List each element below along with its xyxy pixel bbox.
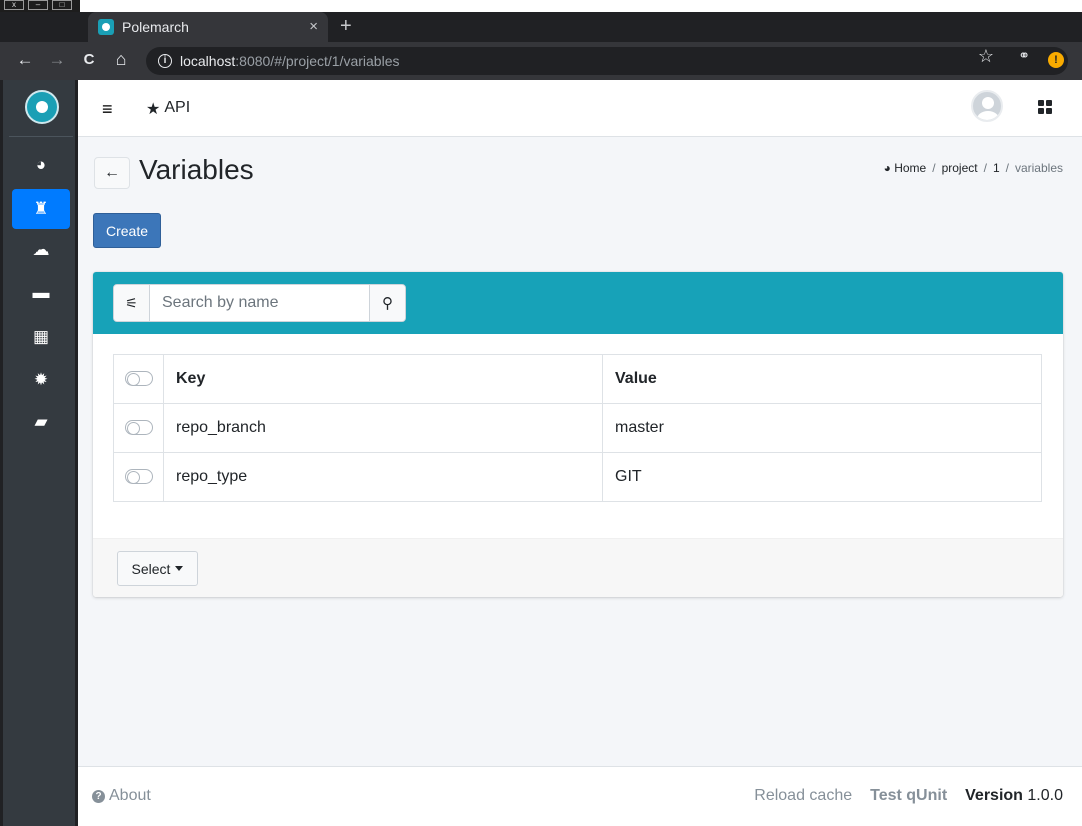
url-path: :8080/#/project/1/variables bbox=[235, 53, 400, 69]
bookmark-star-icon[interactable]: ☆ bbox=[978, 46, 994, 67]
variables-card: ⚟ ⚲ Key Value bbox=[93, 272, 1063, 597]
cell-key[interactable]: repo_type bbox=[163, 452, 603, 502]
cell-value[interactable]: master bbox=[602, 403, 1042, 453]
sidebar-item-projects[interactable]: ♜ bbox=[12, 189, 70, 229]
address-bar[interactable]: i localhost :8080/#/project/1/variables bbox=[146, 47, 1068, 75]
breadcrumb-separator: / bbox=[983, 161, 987, 175]
app: ◕ ♜ ☁ ▬ ▦ ✹ ▰ ≡ ★ API ← Variables ◕ Home… bbox=[0, 80, 1082, 826]
tab-bar: Polemarch × + bbox=[0, 12, 1082, 42]
breadcrumb-separator: / bbox=[1005, 161, 1009, 175]
select-all-toggle[interactable] bbox=[124, 371, 153, 387]
url-host: localhost bbox=[180, 53, 236, 69]
site-info-icon[interactable]: i bbox=[158, 54, 172, 68]
table-row[interactable]: repo_branch master bbox=[113, 403, 1042, 453]
about-link[interactable]: ? About bbox=[92, 787, 151, 805]
sidebar: ◕ ♜ ☁ ▬ ▦ ✹ ▰ bbox=[0, 80, 78, 826]
cloud-icon: ☁ bbox=[32, 240, 50, 259]
row-select-cell bbox=[113, 452, 164, 502]
breadcrumb-id[interactable]: 1 bbox=[993, 161, 1000, 175]
menu-toggle-icon[interactable]: ≡ bbox=[102, 99, 113, 120]
window-controls: x – □ bbox=[0, 0, 80, 12]
select-dropdown-button[interactable]: Select bbox=[117, 551, 198, 586]
breadcrumb-current: variables bbox=[1014, 161, 1063, 175]
tab-title: Polemarch bbox=[122, 19, 189, 35]
row-select-toggle[interactable] bbox=[124, 469, 153, 485]
sidebar-item-schedule[interactable]: ▦ bbox=[12, 317, 70, 357]
main-content: ≡ ★ API ← Variables ◕ Home / project / 1… bbox=[78, 80, 1082, 826]
sidebar-item-files[interactable]: ▬ bbox=[12, 273, 70, 313]
sidebar-item-dashboard[interactable]: ◕ bbox=[12, 145, 70, 185]
version-value: 1.0.0 bbox=[1027, 787, 1063, 804]
browser-toolbar: ← → C ⌂ i localhost :8080/#/project/1/va… bbox=[0, 42, 1082, 80]
page-footer: ? About Reload cache Test qUnit Version … bbox=[78, 766, 1082, 826]
version-info: Version 1.0.0 bbox=[965, 787, 1063, 805]
polemarch-favicon-icon bbox=[98, 19, 114, 35]
search-input[interactable] bbox=[150, 285, 369, 321]
table-row[interactable]: repo_type GIT bbox=[113, 452, 1042, 502]
window-close-button[interactable]: x bbox=[4, 0, 24, 10]
top-navbar: ≡ ★ API bbox=[78, 80, 1082, 137]
back-arrow-icon[interactable]: ← bbox=[14, 50, 36, 70]
page-title: Variables bbox=[139, 154, 254, 185]
back-button[interactable]: ← bbox=[94, 157, 130, 189]
new-tab-button[interactable]: + bbox=[340, 15, 352, 38]
star-icon: ★ bbox=[146, 101, 161, 118]
notification-alert-icon[interactable]: ! bbox=[1048, 52, 1064, 68]
about-label: About bbox=[109, 787, 151, 804]
card-header: ⚟ ⚲ bbox=[93, 272, 1063, 334]
projects-icon: ♜ bbox=[33, 199, 49, 218]
reload-icon[interactable]: C bbox=[78, 51, 100, 68]
window-minimize-button[interactable]: – bbox=[28, 0, 48, 10]
dashboard-icon: ◕ bbox=[883, 161, 891, 175]
incognito-icon[interactable]: ⚭ bbox=[1018, 47, 1030, 64]
api-label: API bbox=[164, 99, 191, 116]
select-label: Select bbox=[131, 560, 171, 577]
footer-links: Reload cache Test qUnit Version 1.0.0 bbox=[754, 787, 1063, 805]
cell-key[interactable]: repo_branch bbox=[163, 403, 603, 453]
home-icon[interactable]: ⌂ bbox=[110, 49, 132, 70]
cell-value[interactable]: GIT bbox=[602, 452, 1042, 502]
sidebar-item-docs[interactable]: ▰ bbox=[12, 402, 70, 442]
variables-table: Key Value repo_branch master repo_type G… bbox=[113, 354, 1042, 502]
table-header-row: Key Value bbox=[113, 354, 1042, 404]
window-maximize-button[interactable]: □ bbox=[52, 0, 72, 10]
grid-apps-icon[interactable] bbox=[1038, 100, 1053, 114]
row-select-cell bbox=[113, 403, 164, 453]
column-header-value: Value bbox=[602, 354, 1042, 404]
search-group: ⚟ ⚲ bbox=[113, 284, 406, 322]
sidebar-item-inventory[interactable]: ☁ bbox=[12, 230, 70, 270]
breadcrumb: ◕ Home / project / 1 / variables bbox=[884, 161, 1063, 175]
browser-tab[interactable]: Polemarch × bbox=[88, 12, 328, 42]
filter-sliders-icon[interactable]: ⚟ bbox=[114, 285, 150, 321]
sidebar-item-settings[interactable]: ✹ bbox=[12, 360, 70, 400]
tab-close-icon[interactable]: × bbox=[309, 18, 318, 35]
browser-chrome: Polemarch × + ← → C ⌂ i localhost :8080/… bbox=[0, 12, 1082, 80]
dashboard-icon: ◕ bbox=[35, 155, 47, 174]
settings-icon: ✹ bbox=[33, 370, 49, 389]
caret-down-icon bbox=[175, 566, 184, 571]
version-label: Version bbox=[965, 787, 1023, 804]
polemarch-logo[interactable] bbox=[25, 90, 59, 124]
card-footer: Select bbox=[93, 538, 1063, 597]
row-select-toggle[interactable] bbox=[124, 420, 153, 436]
calendar-icon: ▦ bbox=[32, 327, 50, 346]
user-avatar[interactable] bbox=[971, 90, 1003, 122]
folder-icon: ▬ bbox=[32, 283, 50, 302]
api-link[interactable]: ★ API bbox=[146, 99, 190, 119]
sidebar-divider bbox=[9, 136, 73, 137]
question-circle-icon: ? bbox=[92, 789, 105, 803]
create-button[interactable]: Create bbox=[93, 213, 161, 248]
breadcrumb-project[interactable]: project bbox=[942, 161, 978, 175]
reload-cache-link[interactable]: Reload cache bbox=[754, 787, 852, 805]
forward-arrow-icon[interactable]: → bbox=[46, 50, 68, 70]
column-header-key: Key bbox=[163, 354, 603, 404]
search-icon[interactable]: ⚲ bbox=[369, 285, 405, 321]
window-manager-bar: x – □ bbox=[0, 0, 1082, 12]
breadcrumb-home[interactable]: ◕ Home bbox=[884, 161, 927, 175]
breadcrumb-separator: / bbox=[932, 161, 936, 175]
book-icon: ▰ bbox=[34, 412, 48, 431]
select-all-cell bbox=[113, 354, 164, 404]
test-qunit-link[interactable]: Test qUnit bbox=[870, 787, 947, 805]
